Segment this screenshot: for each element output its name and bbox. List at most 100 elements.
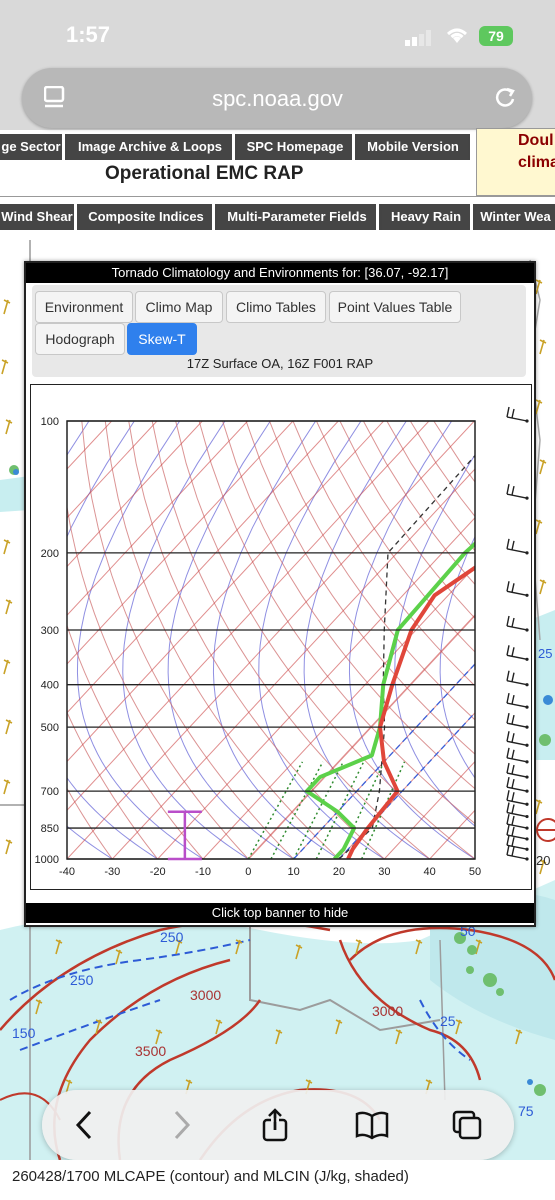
cin-label-25-right: 25 [538, 646, 552, 661]
pressure-tick-label: 200 [41, 548, 59, 560]
cin-label-150: 150 [12, 1025, 36, 1041]
pressure-tick-label: 1000 [35, 854, 59, 866]
wind-barb [506, 799, 528, 805]
header-divider [0, 196, 555, 197]
isotherm-line [293, 663, 475, 859]
wind-barb [506, 493, 528, 499]
wind-barb-flag [511, 764, 515, 775]
wind-barb-dot [525, 593, 529, 597]
nav-heavy-rain[interactable]: Heavy Rain [382, 204, 473, 230]
wind-barb-flag [506, 692, 510, 704]
cin-label-250: 250 [160, 929, 184, 945]
wind-barb [506, 834, 528, 840]
wind-barb [506, 680, 528, 686]
popup-title-banner[interactable]: Tornado Climatology and Environments for… [26, 263, 534, 283]
nav-image-archive[interactable]: Image Archive & Loops [68, 134, 235, 160]
nav-spc-homepage[interactable]: SPC Homepage [238, 134, 355, 160]
back-icon[interactable] [72, 1108, 96, 1142]
tab-climo-tables[interactable]: Climo Tables [226, 291, 326, 323]
cin-label-75: 75 [518, 1103, 534, 1119]
nav-winter-weather[interactable]: Winter Wea [476, 204, 555, 230]
wind-barb [506, 740, 528, 746]
wind-barb-dot [525, 657, 529, 661]
dry-adiabat-line [175, 421, 475, 859]
wind-barb [506, 844, 528, 850]
tab-skew-t[interactable]: Skew-T [127, 323, 197, 355]
nav-wind-shear[interactable]: Wind Shear [0, 204, 77, 230]
tab-hodograph[interactable]: Hodograph [35, 323, 125, 355]
tab-environment[interactable]: Environment [35, 291, 133, 323]
isotherm-line [67, 421, 475, 859]
wind-barb-dot [525, 705, 529, 709]
wind-barb-dot [525, 419, 529, 423]
wind-barb [506, 548, 528, 554]
tornado-climatology-popup: Tornado Climatology and Environments for… [24, 261, 536, 927]
share-icon[interactable] [260, 1108, 290, 1142]
wind-barb-flag [511, 804, 515, 814]
cape-label-3000-b: 3000 [372, 1003, 403, 1019]
cape-label-3000-a: 3000 [190, 987, 221, 1003]
wind-barb-flag [506, 731, 510, 742]
wind-barb [506, 654, 528, 660]
wind-barb-flag [511, 694, 515, 705]
wind-barb-flag [506, 538, 510, 549]
wind-barb-dot [525, 814, 529, 819]
wind-barb-flag [511, 749, 515, 759]
reload-icon[interactable] [494, 86, 516, 110]
pressure-tick-label: 100 [41, 416, 59, 428]
wind-barb-flag [511, 714, 515, 725]
wind-barb-dot [525, 628, 529, 632]
tab-climo-map[interactable]: Climo Map [135, 291, 223, 323]
dry-adiabat-line [433, 421, 475, 483]
wind-barb-flag [506, 835, 510, 846]
hide-banner-button[interactable]: Click top banner to hide [26, 903, 534, 923]
skew-t-chart-frame: 100 200 300 400 500 700 850 1000 -40 -30 -20 -10 0 10… [30, 384, 532, 890]
wind-barb-dot [525, 743, 529, 747]
wind-barb-flag [511, 647, 515, 657]
wind-barb-flag [511, 485, 515, 496]
nav-sector[interactable]: ge Sector [0, 134, 65, 160]
nav-composite-indices[interactable]: Composite Indices [80, 204, 215, 230]
wind-barb-flag [506, 615, 510, 627]
battery-indicator: 79 [479, 26, 513, 46]
dry-adiabat-line [128, 421, 385, 859]
dry-adiabat-line [362, 421, 475, 586]
isotherm-line [67, 421, 430, 811]
wind-barb [506, 772, 528, 778]
mixing-ratio-line [270, 761, 324, 859]
temperature-tick-label: 50 [469, 866, 481, 878]
temperature-tick-label: -20 [150, 866, 166, 878]
wind-barb [506, 722, 528, 728]
isotherm-line [474, 858, 475, 859]
isotherm-line [67, 421, 339, 714]
tabs-overview-icon[interactable] [450, 1108, 484, 1142]
wind-barb [506, 811, 528, 818]
wind-barb-dot [525, 683, 529, 687]
wind-barb-flag [511, 540, 515, 551]
status-time: 1:57 [66, 22, 111, 47]
wind-barb-flag [511, 617, 515, 628]
pressure-tick-label: 700 [41, 786, 59, 798]
map-caption-bar: 260428/1700 MLCAPE (contour) and MLCIN (… [0, 1160, 555, 1200]
wind-barb-flag [511, 408, 515, 419]
wind-barb-dot [525, 802, 529, 806]
map-label-20: 20 [536, 853, 550, 868]
temperature-tick-label: 40 [424, 866, 436, 878]
spc-nav-row-1: ge Sector Image Archive & Loops SPC Home… [0, 134, 470, 160]
nav-mobile-version[interactable]: Mobile Version [358, 134, 468, 160]
notice-text-1: Doul [518, 132, 554, 149]
nav-multi-parameter[interactable]: Multi-Parameter Fields [218, 204, 379, 230]
tab-point-values-table[interactable]: Point Values Table [329, 291, 461, 323]
wind-barb-flag [506, 844, 510, 856]
forward-icon[interactable] [170, 1108, 194, 1142]
bookmarks-icon[interactable] [354, 1108, 390, 1142]
wind-barb [506, 590, 528, 596]
wind-barb [506, 757, 528, 763]
dry-adiabat-line [104, 421, 340, 859]
dry-adiabat-line [222, 421, 475, 790]
dry-adiabat-line [409, 421, 475, 518]
cellular-signal-icon [405, 30, 431, 46]
temperature-tick-label: -10 [195, 866, 211, 878]
wind-barb-dot [525, 826, 529, 830]
dry-adiabat-line [67, 623, 204, 859]
